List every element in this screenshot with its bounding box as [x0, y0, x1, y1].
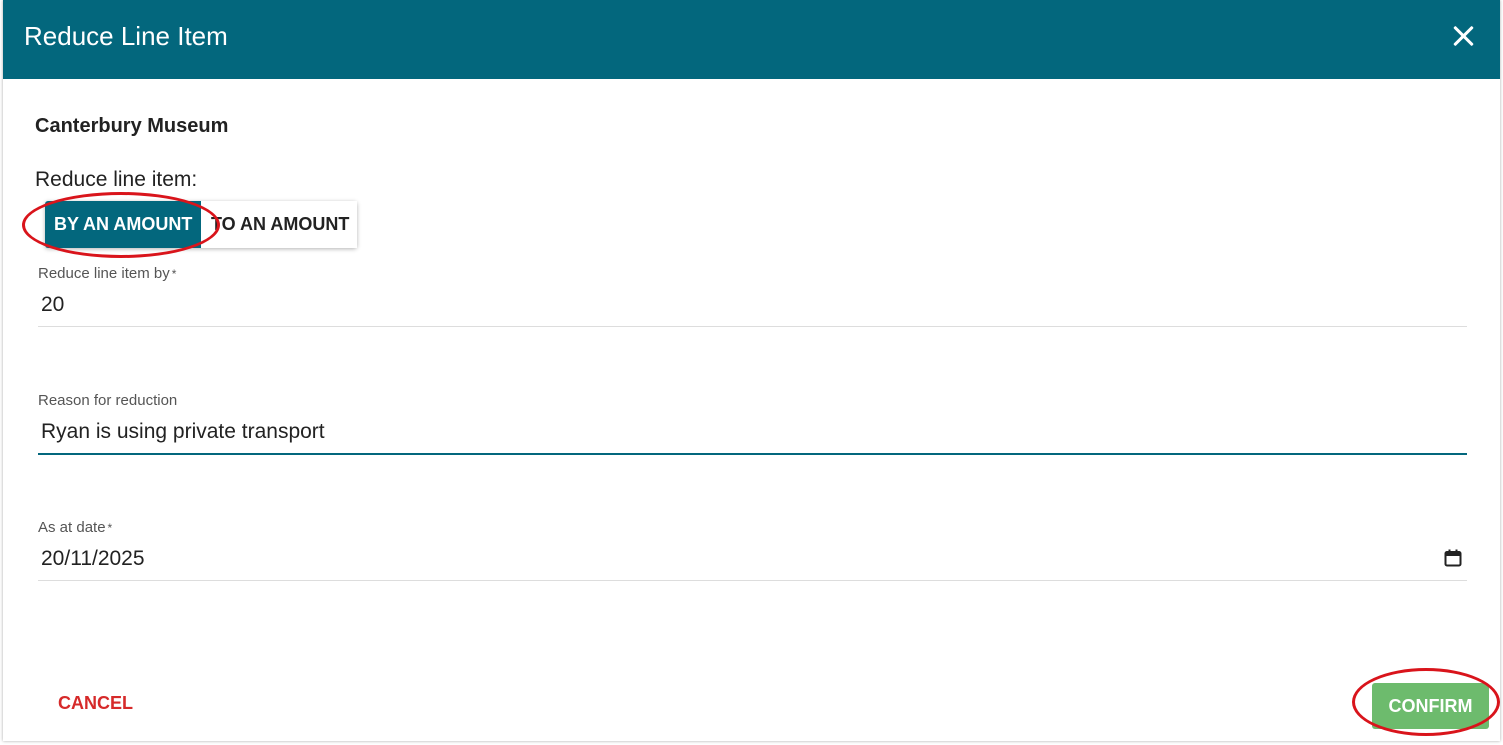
reduce-line-item-dialog: Reduce Line Item Canterbury Museum Reduc… — [3, 0, 1500, 741]
reason-input[interactable] — [38, 414, 1470, 450]
cancel-button[interactable]: CANCEL — [47, 683, 144, 723]
required-mark: * — [171, 267, 177, 281]
as-at-date-label: As at date — [38, 519, 106, 536]
organization-name: Canterbury Museum — [35, 115, 229, 137]
dialog-header: Reduce Line Item — [3, 0, 1500, 79]
dialog-title: Reduce Line Item — [24, 21, 228, 51]
reduce-mode-toggle: BY AN AMOUNT TO AN AMOUNT — [45, 201, 357, 248]
reduce-by-underline — [38, 326, 1467, 327]
reason-underline — [38, 453, 1467, 455]
reduce-by-label: Reduce line item by — [38, 265, 170, 282]
close-icon[interactable] — [1452, 24, 1476, 48]
as-at-date-input[interactable] — [38, 541, 1470, 577]
reason-field: Reason for reduction — [38, 392, 1470, 455]
reduce-by-field: Reduce line item by * — [38, 265, 1470, 327]
required-mark: * — [107, 521, 113, 535]
to-an-amount-button[interactable]: TO AN AMOUNT — [201, 201, 357, 248]
reason-label: Reason for reduction — [38, 392, 178, 409]
by-an-amount-button[interactable]: BY AN AMOUNT — [45, 201, 201, 248]
reduce-by-input[interactable] — [38, 287, 1470, 323]
calendar-icon[interactable] — [1444, 549, 1462, 567]
as-at-date-field: As at date * — [38, 519, 1470, 581]
reduce-mode-label: Reduce line item: — [35, 168, 198, 191]
confirm-button[interactable]: CONFIRM — [1372, 683, 1489, 729]
as-at-date-underline — [38, 580, 1467, 581]
